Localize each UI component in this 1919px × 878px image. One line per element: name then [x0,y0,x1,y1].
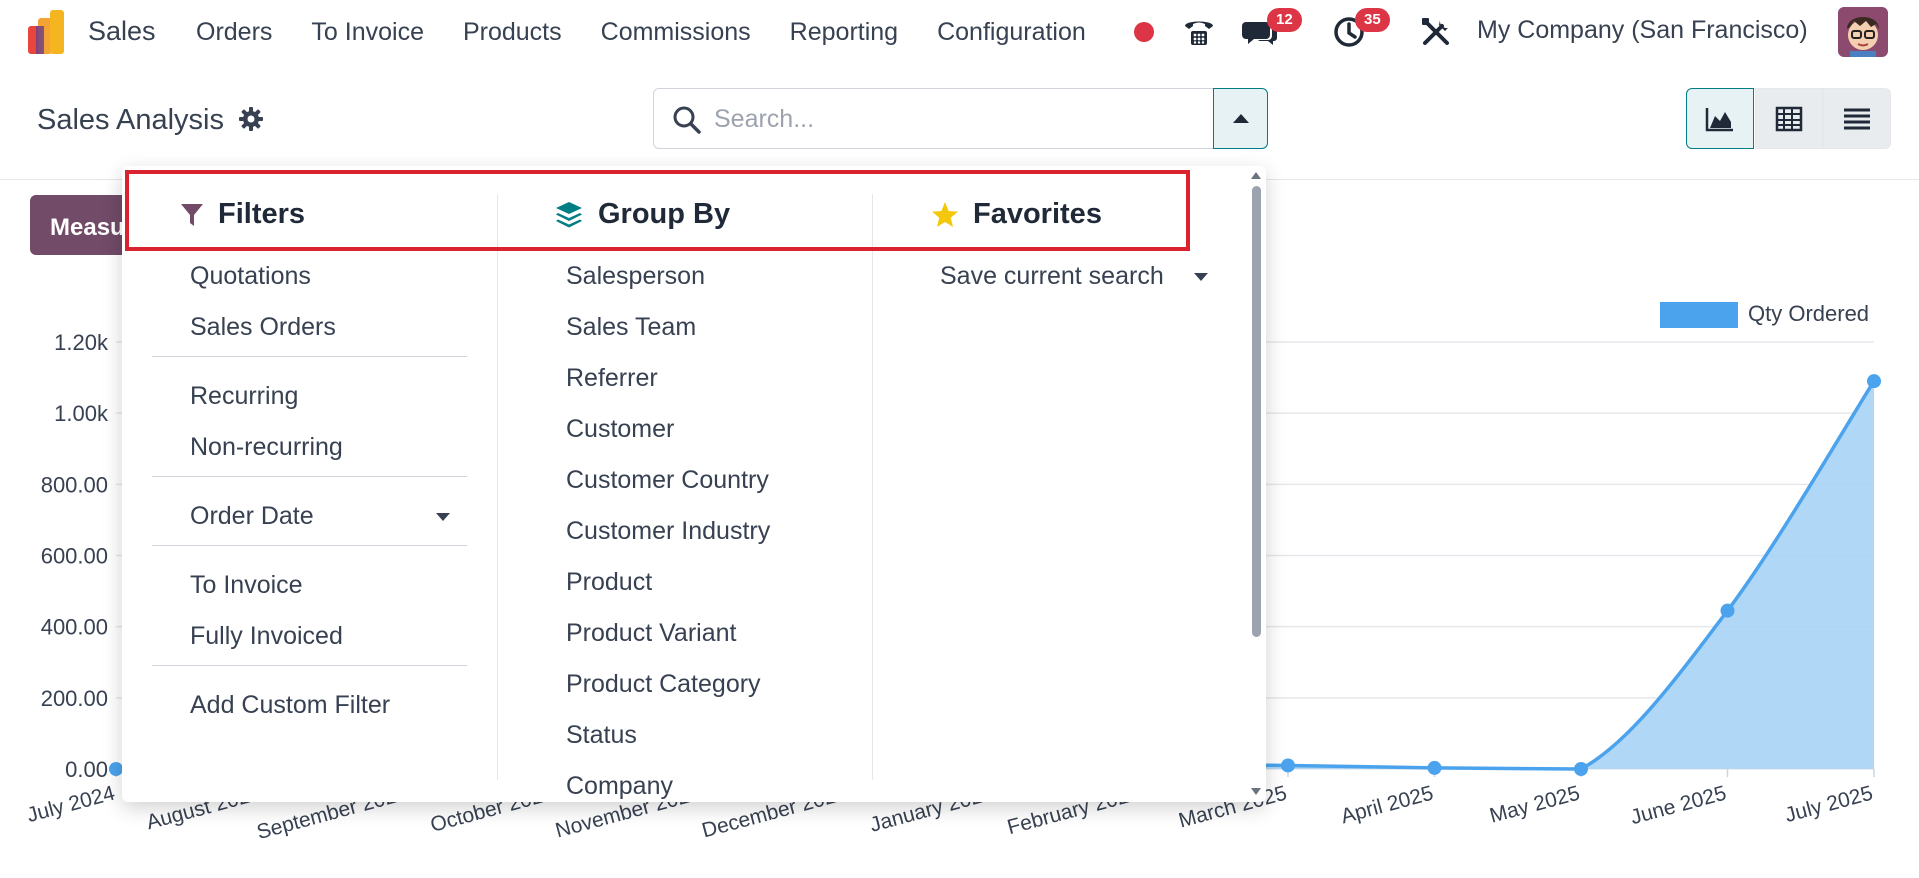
list-icon [1844,108,1870,129]
menu-configuration[interactable]: Configuration [937,18,1086,47]
group-by-list: Salesperson Sales Team Referrer Customer… [566,258,770,802]
x-tick-label: July 2024 [24,782,117,828]
recording-dot-icon[interactable] [1133,0,1155,64]
search-box [653,88,1214,149]
menu-orders[interactable]: Orders [196,18,272,47]
top-navbar: Sales Orders To Invoice Products Commiss… [0,0,1919,64]
filter-separator [152,476,467,477]
data-point [1867,374,1881,389]
group-by-column: Group By Salesperson Sales Team Referrer… [497,194,872,800]
x-tick-label: June 2025 [1628,782,1729,830]
scroll-up-arrow-icon[interactable] [1251,172,1261,179]
tools-icon[interactable] [1418,0,1454,64]
menu-to-invoice[interactable]: To Invoice [311,18,424,47]
control-panel: Sales Analysis [0,64,1919,180]
user-avatar[interactable] [1838,7,1888,57]
menu-reporting[interactable]: Reporting [790,18,898,47]
main-menu: Orders To Invoice Products Commissions R… [196,0,1125,64]
graph-view-button[interactable] [1686,88,1754,149]
y-tick-label: 400.00 [41,615,108,640]
scroll-down-arrow-icon[interactable] [1251,788,1261,795]
filter-option[interactable]: Non-recurring [190,429,467,480]
group-by-option[interactable]: Product [566,564,770,615]
group-by-option[interactable]: Customer Country [566,462,770,513]
filters-column: Filters Quotations Sales Orders Recurrin… [122,166,497,802]
y-tick-label: 1.00k [54,401,109,426]
favorites-column: Favorites Save current search [872,194,1247,780]
group-by-option[interactable]: Salesperson [566,258,770,309]
filters-list: Quotations Sales Orders Recurring Non-re… [152,258,467,738]
legend-swatch [1660,302,1738,328]
search-icon [673,106,701,134]
save-current-search[interactable]: Save current search [940,258,1208,309]
group-by-option[interactable]: Customer [566,411,770,462]
y-tick-label: 200.00 [41,686,108,711]
filter-option[interactable]: Sales Orders [190,309,467,360]
messages-count-badge: 12 [1267,8,1302,32]
y-tick-label: 600.00 [41,544,108,569]
group-by-option[interactable]: Sales Team [566,309,770,360]
search-options-toggle-button[interactable] [1213,88,1268,149]
data-point [1281,758,1295,773]
legend-label: Qty Ordered [1748,301,1869,326]
filter-separator [152,665,467,666]
group-by-option[interactable]: Company [566,768,770,802]
search-options-dropdown: Filters Quotations Sales Orders Recurrin… [122,166,1266,802]
table-grid-icon [1775,106,1803,131]
group-by-option[interactable]: Customer Industry [566,513,770,564]
filter-option[interactable]: Fully Invoiced [190,618,467,669]
filter-option-order-date[interactable]: Order Date [190,498,452,549]
caret-up-icon [1232,114,1249,123]
filter-separator [152,356,467,357]
menu-commissions[interactable]: Commissions [601,18,751,47]
activities-count-badge: 35 [1355,8,1390,32]
data-point [1427,760,1442,775]
data-point [109,762,123,776]
scrollbar-thumb[interactable] [1252,186,1261,637]
filter-option[interactable]: Quotations [190,258,467,309]
app-name[interactable]: Sales [88,16,156,47]
gear-icon[interactable] [238,106,264,132]
pivot-view-button[interactable] [1755,88,1823,149]
caret-down-icon [436,513,450,521]
page-title: Sales Analysis [37,104,224,136]
y-tick-label: 0.00 [65,757,108,782]
data-point [1720,603,1735,618]
search-input[interactable] [714,97,1194,141]
group-by-option[interactable]: Status [566,717,770,768]
menu-products[interactable]: Products [463,18,562,47]
header-highlight-box [125,170,1190,251]
phone-icon[interactable] [1180,0,1218,64]
y-tick-label: 1.20k [54,330,109,355]
area-chart-icon [1705,107,1733,131]
group-by-option[interactable]: Product Variant [566,615,770,666]
favorites-list: Save current search [940,258,1208,309]
data-point [1574,762,1588,776]
list-view-button[interactable] [1823,88,1891,149]
add-custom-filter[interactable]: Add Custom Filter [190,687,467,738]
filter-option[interactable]: Recurring [190,378,467,429]
filter-option[interactable]: To Invoice [190,567,467,618]
y-tick-label: 800.00 [41,472,108,497]
company-switcher[interactable]: My Company (San Francisco) [1477,16,1808,45]
sales-app-logo-icon[interactable] [28,10,70,54]
x-tick-label: May 2025 [1487,782,1582,828]
x-tick-label: July 2025 [1782,782,1875,827]
group-by-option[interactable]: Referrer [566,360,770,411]
caret-down-icon [1194,273,1208,281]
group-by-option[interactable]: Product Category [566,666,770,717]
x-tick-label: April 2025 [1339,782,1436,829]
